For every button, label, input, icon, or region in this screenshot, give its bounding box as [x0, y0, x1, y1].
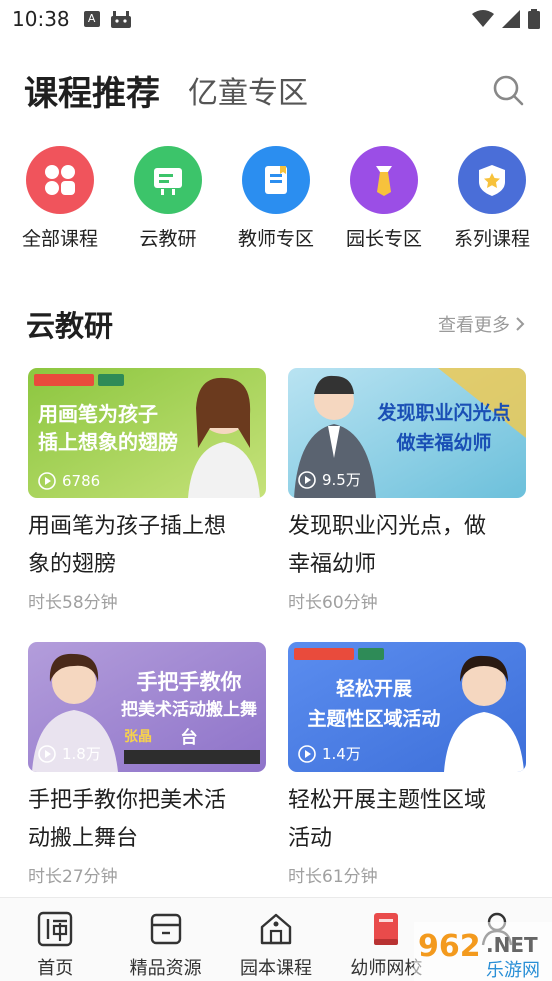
tab-yitong-zone[interactable]: 亿童专区 [188, 68, 308, 112]
category-row: 全部课程 云教研 教师专区 园长专区 系列课程 [0, 146, 552, 251]
course-thumbnail: 用画笔为孩子 插上想象的翅膀 6786 [28, 368, 266, 498]
thumb-text: 主题性区域活动 [307, 708, 441, 730]
nav-premium-resources[interactable]: 精品资源 [110, 898, 220, 981]
course-thumbnail: 轻松开展 主题性区域活动 1.4万 [288, 642, 526, 772]
course-title-line: 手把手教你把美术活 [28, 788, 227, 813]
course-title-line: 象的翅膀 [28, 552, 117, 577]
play-icon [38, 744, 56, 763]
status-icons-right [472, 9, 540, 29]
course-title-line: 幸福幼师 [288, 552, 377, 577]
category-label: 云教研 [139, 228, 197, 250]
category-all-courses[interactable]: 全部课程 [8, 146, 112, 251]
nav-home[interactable]: 首页 [0, 898, 110, 981]
nav-school-courses[interactable]: 园本课程 [221, 898, 331, 981]
category-icon-bg [134, 146, 202, 214]
category-icon-bg [458, 146, 526, 214]
play-icon [38, 472, 56, 490]
status-icons-left: A [83, 10, 132, 28]
course-card[interactable]: 发现职业闪光点 做幸福幼师 9.5万 发现职业闪光点，做 幸福幼师 时长60分钟 [288, 368, 526, 613]
thumb-text: 发现职业闪光点 [377, 402, 511, 424]
thumb-text: 做幸福幼师 [396, 432, 492, 454]
course-title: 用画笔为孩子插上想 象的翅膀 [28, 508, 266, 584]
course-duration: 时长58分钟 [28, 593, 118, 613]
star-shield-icon [479, 165, 505, 196]
watermark-sub: 乐游网 [486, 960, 540, 981]
header: 课程推荐 亿童专区 [0, 62, 552, 118]
category-icon-bg [350, 146, 418, 214]
course-title-line: 用画笔为孩子插上想 [28, 514, 227, 539]
wifi-icon [472, 10, 494, 27]
android-icon [110, 11, 131, 28]
view-more-link[interactable]: 查看更多 [438, 311, 526, 337]
category-principal-zone[interactable]: 园长专区 [332, 146, 436, 251]
course-card[interactable]: 轻松开展 主题性区域活动 1.4万 轻松开展主题性区域 活动 时长61分钟 [288, 642, 526, 887]
category-label: 全部课程 [21, 228, 98, 250]
course-title: 发现职业闪光点，做 幸福幼师 [288, 508, 526, 584]
course-card[interactable]: 手把手教你 把美术活动搬上舞台 张晶 1.8万 手把手教你把美术活 动搬上舞台 … [28, 642, 266, 887]
document-icon [265, 166, 287, 194]
play-icon [298, 744, 316, 763]
course-card[interactable]: 用画笔为孩子 插上想象的翅膀 6786 用画笔为孩子插上想 象的翅膀 时长58分… [28, 368, 266, 613]
course-title-line: 轻松开展主题性区域 [288, 788, 487, 813]
nav-label: 精品资源 [129, 958, 202, 979]
course-title-line: 活动 [288, 826, 333, 851]
nav-label: 首页 [37, 958, 74, 979]
battery-icon [528, 9, 540, 29]
signal-icon [502, 10, 520, 28]
course-title: 手把手教你把美术活 动搬上舞台 [28, 782, 266, 858]
view-count: 9.5万 [322, 471, 361, 489]
course-duration: 时长61分钟 [288, 867, 378, 887]
watermark-suffix: .NET [486, 933, 538, 957]
school-icon [260, 913, 292, 945]
course-duration: 时长60分钟 [288, 593, 378, 613]
section-title: 云教研 [26, 309, 114, 343]
tab-course-recommend[interactable]: 课程推荐 [24, 66, 160, 115]
view-count-badge: 1.4万 [298, 743, 361, 764]
view-count: 1.4万 [322, 745, 361, 763]
category-label: 园长专区 [345, 228, 422, 250]
category-label: 系列课程 [453, 228, 530, 250]
view-count: 6786 [62, 472, 101, 490]
section-header: 云教研 查看更多 [0, 300, 552, 348]
watermark-brand: 962 [418, 929, 481, 964]
status-time: 10:38 [12, 7, 70, 31]
view-count-badge: 9.5万 [298, 469, 361, 490]
book-icon [374, 913, 399, 945]
category-icon-bg [26, 146, 94, 214]
search-icon [493, 75, 524, 106]
tie-icon [376, 166, 392, 196]
board-icon [154, 168, 182, 195]
category-label: 教师专区 [237, 228, 314, 250]
view-count-badge: 6786 [38, 472, 100, 490]
category-cloud-research[interactable]: 云教研 [116, 146, 220, 251]
shi-icon [38, 911, 73, 947]
grid-icon [45, 165, 75, 195]
category-teacher-zone[interactable]: 教师专区 [224, 146, 328, 251]
status-bar: 10:38 A [0, 0, 552, 38]
a-icon: A [83, 11, 100, 27]
watermark-logo: 962 .NET 乐游网 [414, 922, 552, 981]
thumb-speaker-name: 张晶 [124, 729, 152, 745]
course-thumbnail: 手把手教你 把美术活动搬上舞台 张晶 1.8万 [28, 642, 266, 772]
thumb-text: 用画笔为孩子 [38, 402, 158, 426]
search-button[interactable] [488, 70, 528, 110]
course-thumbnail: 发现职业闪光点 做幸福幼师 9.5万 [288, 368, 526, 498]
course-title-line: 发现职业闪光点，做 [288, 514, 487, 539]
view-more-label: 查看更多 [438, 315, 510, 336]
category-series-courses[interactable]: 系列课程 [440, 146, 544, 251]
nav-label: 幼师网校 [350, 958, 423, 979]
thumb-text: 插上想象的翅膀 [38, 430, 178, 454]
course-title: 轻松开展主题性区域 活动 [288, 782, 526, 858]
course-duration: 时长27分钟 [28, 867, 118, 887]
box-icon [150, 913, 181, 945]
view-count-badge: 1.8万 [38, 743, 101, 764]
thumb-text: 轻松开展 [335, 678, 412, 700]
category-icon-bg [242, 146, 310, 214]
thumb-text: 手把手教你 [136, 670, 242, 694]
chevron-right-icon [516, 317, 525, 331]
play-icon [298, 470, 316, 489]
nav-label: 园本课程 [240, 958, 313, 979]
course-title-line: 动搬上舞台 [28, 826, 139, 851]
view-count: 1.8万 [62, 745, 101, 763]
